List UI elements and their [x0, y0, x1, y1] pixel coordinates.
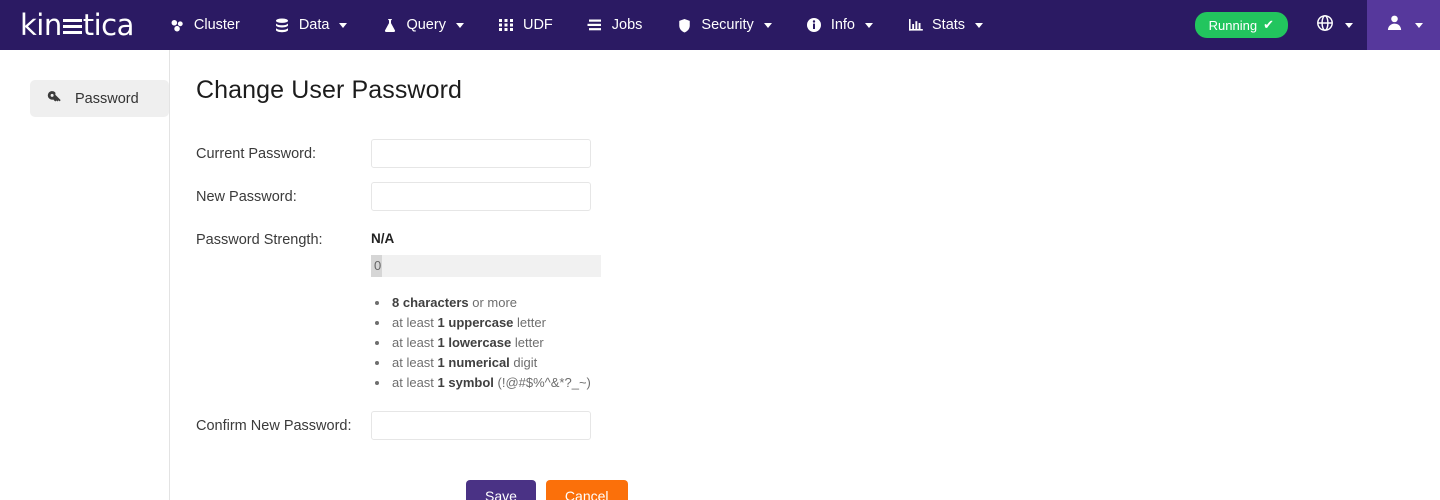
nav-item-query[interactable]: Query [364, 0, 481, 50]
user-menu-button[interactable] [1367, 0, 1440, 50]
chevron-down-icon [1415, 22, 1423, 28]
main-content: Change User Password Current Password: N… [170, 50, 1440, 500]
help-menu-button[interactable] [1302, 0, 1367, 50]
confirm-password-label: Confirm New Password: [196, 418, 352, 434]
nav-label: Data [298, 17, 330, 33]
password-strength-label: Password Strength: [196, 232, 323, 248]
shield-icon [676, 17, 693, 34]
form-actions: Save Cancel [466, 480, 1440, 500]
form-row-current-password: Current Password: [196, 139, 1440, 168]
chevron-down-icon [455, 22, 464, 28]
brand-e-glyph [62, 18, 82, 35]
nav-item-jobs[interactable]: Jobs [570, 0, 660, 50]
chevron-down-icon [865, 22, 873, 28]
status-badge[interactable]: Running ✔ [1194, 12, 1288, 38]
form-row-new-password: New Password: [196, 182, 1440, 211]
password-requirements-list: 8 characters or more at least 1 uppercas… [371, 293, 1440, 393]
info-icon [806, 17, 823, 34]
grid-icon [498, 17, 515, 34]
status-label: Running [1208, 17, 1258, 33]
password-strength-progressbar: 0 [371, 255, 601, 277]
confirm-password-input[interactable] [371, 411, 591, 440]
nav-label: UDF [522, 17, 553, 33]
progress-value-label: 0 [374, 258, 382, 273]
nav-item-stats[interactable]: Stats [890, 0, 1000, 50]
sidebar-item-password[interactable]: Password [30, 80, 169, 117]
check-icon: ✔ [1263, 17, 1274, 32]
requirement-item: 8 characters or more [390, 293, 1440, 313]
password-strength-value: N/A [371, 231, 395, 246]
form-row-password-strength: Password Strength: N/A 0 8 characters or… [196, 225, 1440, 393]
nav-item-cluster[interactable]: Cluster [152, 0, 257, 50]
new-password-input[interactable] [371, 182, 591, 211]
sidebar: Password [0, 50, 170, 500]
requirement-item: at least 1 uppercase letter [390, 313, 1440, 333]
nav-item-security[interactable]: Security [659, 0, 788, 50]
requirement-item: at least 1 numerical digit [390, 353, 1440, 373]
new-password-label: New Password: [196, 189, 297, 205]
nav-label: Jobs [611, 17, 643, 33]
sidebar-item-label: Password [75, 90, 139, 107]
nav-item-data[interactable]: Data [257, 0, 365, 50]
cluster-icon [169, 17, 186, 34]
chevron-down-icon [763, 22, 772, 28]
brand-text-after: tica [82, 8, 135, 42]
key-icon [44, 90, 61, 107]
nav-menu: Cluster Data Query UDF Jobs Security Inf… [152, 0, 1195, 50]
save-button[interactable]: Save [466, 480, 536, 500]
nav-item-info[interactable]: Info [789, 0, 890, 50]
flask-icon [381, 17, 398, 34]
current-password-label: Current Password: [196, 146, 317, 162]
navbar-right: Running ✔ [1194, 0, 1440, 50]
list-icon [587, 17, 604, 34]
requirement-item: at least 1 lowercase letter [390, 333, 1440, 353]
page-title: Change User Password [196, 76, 463, 104]
nav-label: Stats [932, 17, 966, 33]
nav-label: Info [830, 17, 855, 33]
current-password-input[interactable] [371, 139, 591, 168]
bar-chart-icon [907, 17, 924, 34]
brand-logo[interactable]: kin tica [0, 0, 152, 50]
nav-label: Security [701, 17, 754, 33]
chevron-down-icon [975, 22, 984, 28]
nav-label: Cluster [193, 17, 240, 33]
top-navbar: kin tica Cluster Data Query UDF Jobs Sec… [0, 0, 1440, 50]
globe-icon [1316, 14, 1334, 37]
nav-item-udf[interactable]: UDF [481, 0, 570, 50]
chevron-down-icon [339, 22, 348, 28]
kinetica-wordmark: kin tica [20, 8, 134, 42]
page-body: Password Change User Password Current Pa… [0, 50, 1440, 500]
requirement-item: at least 1 symbol (!@#$%^&*?_~) [390, 373, 1440, 393]
chevron-down-icon [1345, 22, 1353, 28]
database-icon [274, 17, 291, 34]
cancel-button[interactable]: Cancel [545, 480, 628, 500]
nav-label: Query [406, 17, 446, 33]
brand-text-before: kin [20, 8, 62, 42]
user-avatar-icon [1386, 14, 1403, 36]
form-row-confirm-password: Confirm New Password: [196, 411, 1440, 440]
